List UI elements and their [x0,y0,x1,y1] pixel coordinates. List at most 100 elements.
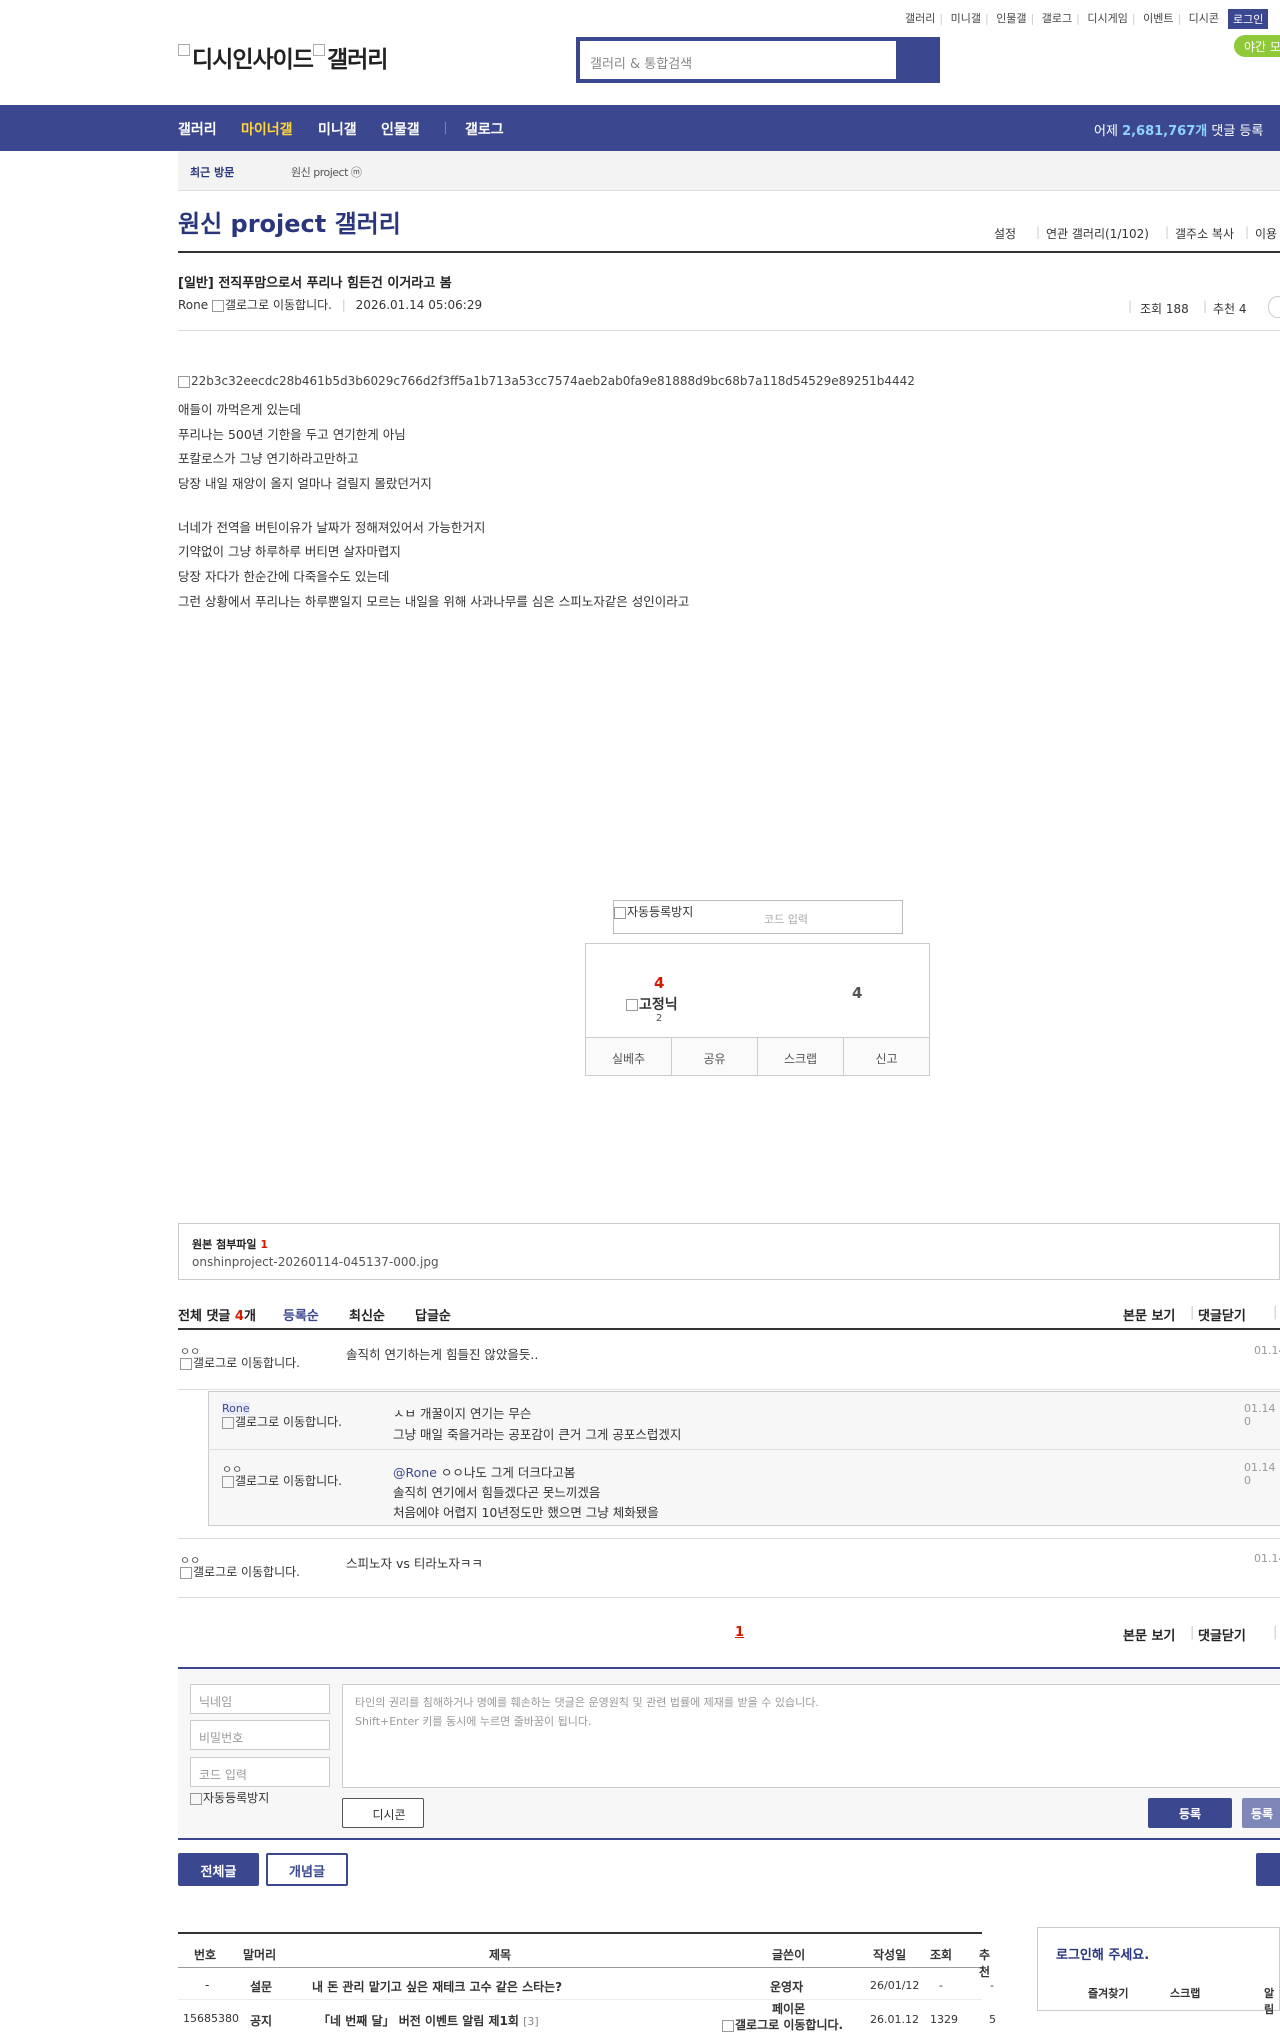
row-title[interactable]: 「네 번째 달」 버전 이벤트 알림 제1회 [3] [318,2012,539,2029]
code-input[interactable]: 코드 입력 [190,1757,330,1787]
divider [178,330,1280,331]
settings-link[interactable]: 설정 [994,225,1016,242]
gallog-link[interactable]: 갤로그로 이동합니다. [222,1416,352,1429]
attachment-file[interactable]: onshinproject-20260114-045137-000.jpg [192,1255,439,1269]
broken-image-icon [222,1416,234,1429]
gallery-title[interactable]: 원신 project 갤러리 [178,204,401,239]
row-title[interactable]: 내 돈 관리 맡기고 싶은 재테크 고수 같은 스타는? [312,1978,562,1995]
fixed-nick-count: 2 [656,1013,663,1024]
comment-date: 01.14 [1254,1552,1280,1565]
comment-text: 솔직히 연기하는게 힘들진 않았을듯.. [346,1347,539,1362]
reply-text: @Rone ㅇㅇ나도 그게 더크다고봄 [393,1465,576,1480]
comment-submit-button[interactable]: 등록 [1148,1798,1232,1828]
copy-address-link[interactable]: 갤주소 복사 [1175,225,1234,242]
usage-link[interactable]: 이용 [1255,225,1277,242]
main-nav-person[interactable]: 인물갤 [381,119,420,139]
recent-gallery-link[interactable]: 원신 project ⓜ [291,164,362,180]
login-prompt[interactable]: 로그인해 주세요. [1056,1944,1149,1963]
top-nav-minigal[interactable]: 미니갤 [951,12,981,25]
reply-text: 솔직히 연기에서 힘들겠다곤 못느끼겠음 [393,1485,601,1500]
post-text-line: 기약없이 그냥 하루하루 버티면 살자마렵지 [178,544,401,559]
notification-link[interactable]: 알림 [1264,1985,1279,2017]
real-best-button[interactable]: 실베추 [586,1038,672,1076]
divider [178,1389,1280,1390]
login-box: 로그인해 주세요. 즐겨찾기 스크랩 알림 [1037,1927,1280,2016]
main-nav-gallery[interactable]: 갤러리 [178,119,217,139]
sort-reply[interactable]: 답글순 [415,1305,451,1324]
table-row[interactable]: 15685380 공지 「네 번째 달」 버전 이벤트 알림 제1회 [3] 페… [178,2000,996,2036]
top-nav-gallog[interactable]: 갤로그 [1042,12,1072,25]
comment-submit-recommend-button[interactable]: 등록 [1242,1798,1280,1828]
captcha-input[interactable]: 코드 입력 [764,911,808,927]
gallog-link[interactable]: 갤로그로 이동합니다. [722,2016,843,2033]
top-nav-gallery[interactable]: 갤러리 [905,12,935,25]
main-nav-gallog[interactable]: 갤로그 [465,119,504,139]
site-logo[interactable]: 디시인사이드 갤러리 [178,40,388,74]
post-text-line: 포칼로스가 그냥 연기하라고만하고 [178,451,359,466]
divider [178,1538,1280,1539]
table-row[interactable]: - 설문 내 돈 관리 맡기고 싶은 재테크 고수 같은 스타는? 운영자 26… [178,1969,994,1999]
comment-write-box: 닉네임 비밀번호 코드 입력 자동등록방지 타인의 권리를 침해하거나 명예를 … [178,1667,1280,1840]
favorites-link[interactable]: 즐겨찾기 [1088,1985,1128,2001]
gallog-link[interactable]: 갤로그로 이동합니다. [180,1357,310,1370]
reply-date: 01.14 0 [1244,1402,1276,1428]
write-button[interactable] [1256,1853,1280,1886]
search-input[interactable]: 갤러리 & 통합검색 [579,40,897,80]
report-button[interactable]: 신고 [844,1038,929,1076]
related-gallery-link[interactable]: 연관 갤러리(1/102) [1046,225,1149,242]
gallog-link[interactable]: 갤로그로 이동합니다. [222,1475,352,1488]
broken-image-icon [178,44,190,56]
broken-image-icon [312,44,325,56]
sort-registered[interactable]: 등록순 [283,1305,319,1324]
broken-image-icon [180,1566,192,1579]
divider [178,1328,1280,1330]
sort-latest[interactable]: 최신순 [349,1305,385,1324]
night-mode-toggle[interactable]: 야간 모 [1234,35,1280,57]
downvote-count: 4 [852,984,863,1002]
broken-image-icon [178,375,190,388]
main-nav-minor[interactable]: 마이너갤 [241,119,293,139]
close-comments-button[interactable]: 댓글닫기 [1198,1305,1246,1324]
gallog-icon[interactable] [211,299,224,312]
main-nav-mini[interactable]: 미니갤 [318,119,357,139]
top-nav-event[interactable]: 이벤트 [1143,12,1173,25]
post-title: [일반] 전직푸맘으로서 푸리나 힘든건 이거라고 봄 [178,276,452,291]
comment-page-current[interactable]: 1 [735,1625,744,1640]
share-button[interactable]: 공유 [672,1038,758,1076]
fixed-nick-label: 고정닉 [626,994,678,1014]
view-body-button[interactable]: 본문 보기 [1123,1305,1175,1324]
scrap-link[interactable]: 스크랩 [1170,1985,1200,2001]
divider [208,1449,1280,1450]
col-date: 작성일 [873,1948,907,1962]
post-image[interactable]: 22b3c32eecdc28b461b5d3b6029c766d2f3ff5a1… [178,374,915,388]
password-input[interactable]: 비밀번호 [190,1720,330,1750]
reply-date: 01.14 0 [1244,1461,1276,1487]
attachment-label: 원본 첨부파일 1 [192,1238,269,1251]
reply-mention[interactable]: @Rone [393,1465,437,1480]
top-nav-dccon[interactable]: 디시콘 [1189,12,1219,25]
divider [445,122,446,134]
login-button[interactable]: 로그인 [1228,9,1269,29]
search-button[interactable] [901,40,937,80]
comment-count-button[interactable] [1268,296,1280,318]
tab-concept-posts[interactable]: 개념글 [266,1853,348,1886]
reply-nick[interactable]: Rone [222,1402,250,1415]
scrap-button[interactable]: 스크랩 [758,1038,844,1076]
close-comments-button[interactable]: 댓글닫기 [1198,1625,1246,1644]
post-author[interactable]: Rone [178,298,208,312]
view-body-button[interactable]: 본문 보기 [1123,1625,1175,1644]
captcha-image: 자동등록방지 [190,1789,269,1806]
post-text-line: 그런 상황에서 푸리나는 하루뿐일지 모르는 내일을 위해 사과나무를 심은 스… [178,594,690,609]
comment-textarea[interactable]: 타인의 권리를 침해하거나 명예를 훼손하는 댓글은 운영원칙 및 관련 법률에… [342,1684,1280,1788]
dccon-button[interactable]: 디시콘 [342,1798,424,1828]
tab-all-posts[interactable]: 전체글 [178,1853,259,1886]
broken-image-icon [626,999,638,1011]
broken-image-icon [222,1475,234,1488]
top-nav-dcgame[interactable]: 디시게임 [1087,12,1127,25]
col-writer: 글쓴이 [772,1948,806,1962]
main-nav: 갤러리 마이너갤 미니갤 인물갤 갤로그 어제 2,681,767개 댓글 등록 [0,105,1280,151]
vote-box: 4 고정닉 2 4 실베추 공유 스크랩 신고 [585,943,930,1076]
gallog-link[interactable]: 갤로그로 이동합니다. [180,1566,310,1579]
top-nav-persongal[interactable]: 인물갤 [996,12,1026,25]
nickname-input[interactable]: 닉네임 [190,1684,330,1714]
